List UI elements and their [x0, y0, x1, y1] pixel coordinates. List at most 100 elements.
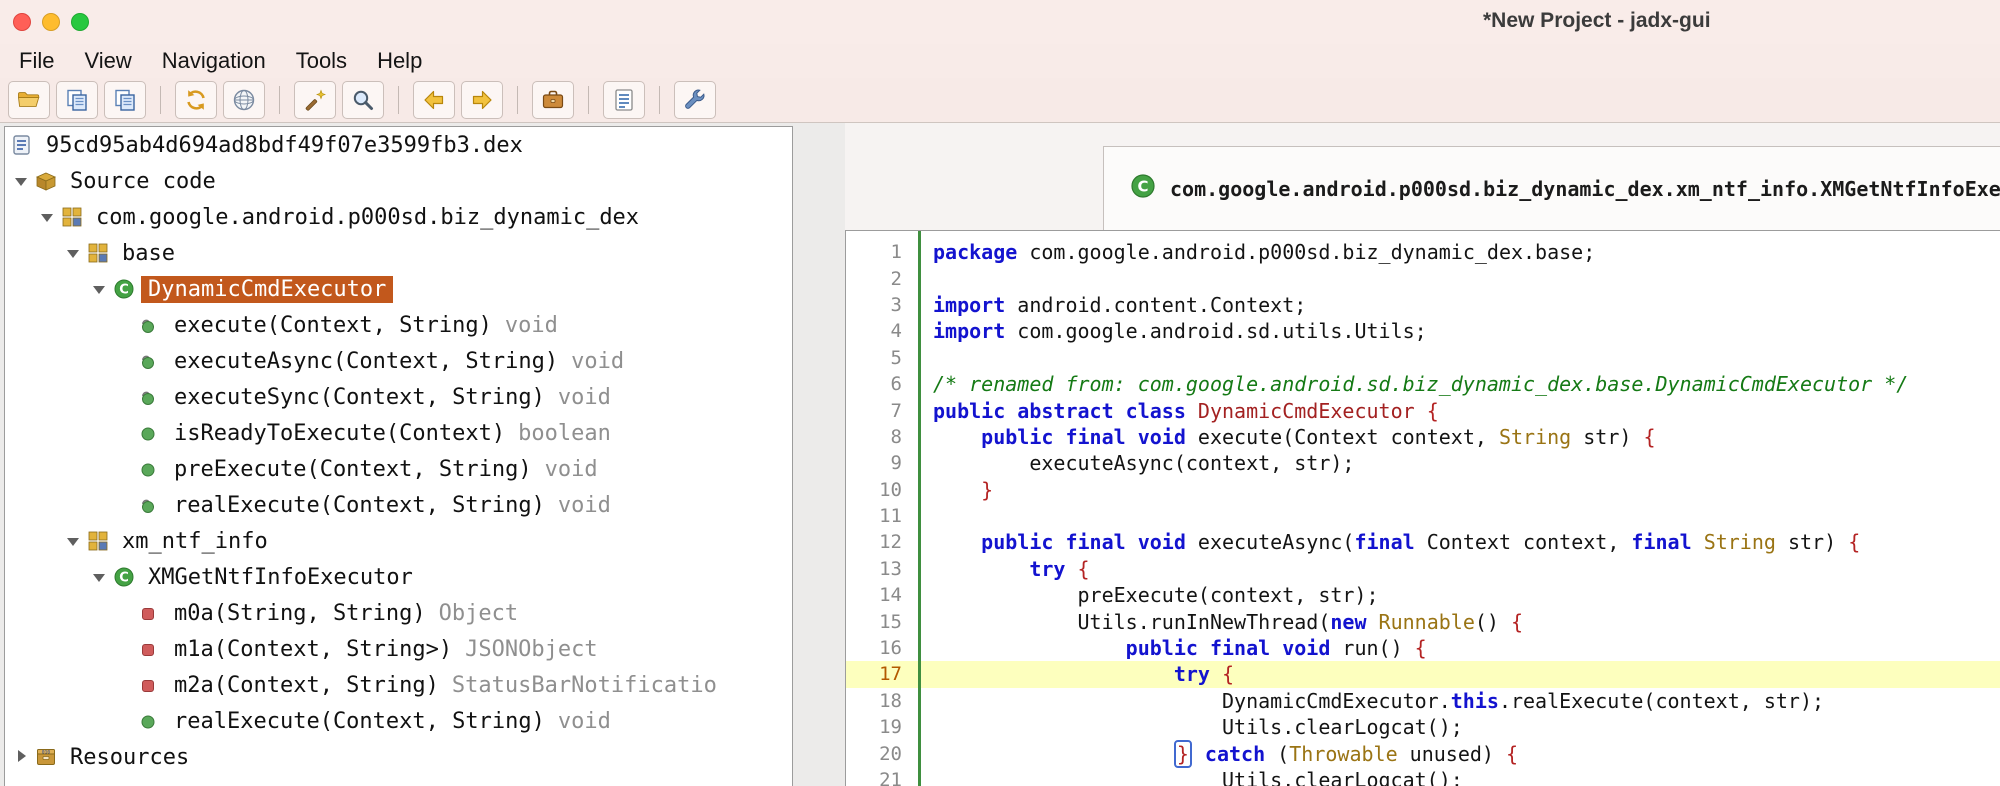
code-line[interactable]: 20 } catch (Throwable unused) { [846, 739, 2000, 768]
tree-item[interactable]: execute(Context, String) void [5, 307, 792, 343]
code-text: public abstract class DynamicCmdExecutor… [916, 399, 1439, 423]
code-line[interactable]: 13 try { [846, 556, 2000, 582]
tree-item[interactable]: Source code [5, 163, 792, 199]
code-token: { [1077, 556, 1090, 581]
reload-button[interactable] [175, 81, 217, 119]
tree-item-type: void [557, 492, 611, 518]
tree-item[interactable]: realExecute(Context, String) void [5, 703, 792, 739]
forward-button[interactable] [461, 81, 503, 119]
tree-item[interactable]: m1a(Context, String>) JSONObject [5, 631, 792, 667]
chevron-down-icon[interactable] [63, 235, 87, 271]
tree-item[interactable]: xm_ntf_info [5, 523, 792, 559]
chevron-down-icon[interactable] [89, 271, 113, 307]
code-token: { [1426, 398, 1439, 423]
tree-item-type: void [544, 456, 598, 482]
chevron-down-icon[interactable] [11, 163, 35, 199]
deobfuscation-button[interactable] [294, 81, 336, 119]
tree-item[interactable]: preExecute(Context, String) void [5, 451, 792, 487]
code-text: executeAsync(context, str); [916, 451, 1354, 475]
code-token: executeAsync(context, str); [933, 451, 1355, 476]
code-line[interactable]: 15 Utils.runInNewThread(new Runnable() { [846, 608, 2000, 634]
code-line[interactable]: 18 DynamicCmdExecutor.this.realExecute(c… [846, 688, 2000, 714]
menu-view[interactable]: View [69, 48, 146, 74]
chevron-right-icon[interactable] [11, 739, 35, 775]
chevron-down-icon[interactable] [63, 523, 87, 559]
tree-item[interactable]: 010 Resources [5, 739, 792, 775]
arrow-left-icon [424, 90, 444, 110]
preferences-button[interactable] [674, 81, 716, 119]
open-file-button[interactable] [8, 81, 50, 119]
tree-item-label: XMGetNtfInfoExecutor [148, 564, 413, 590]
code-line[interactable]: 12 public final void executeAsync(final … [846, 529, 2000, 555]
editor-tab[interactable]: C com.google.android.p000sd.biz_dynamic_… [1103, 146, 2000, 230]
code-line[interactable]: 10 } [846, 477, 2000, 503]
menu-file[interactable]: File [4, 48, 69, 74]
tree-item-label: xm_ntf_info [122, 528, 268, 554]
log-icon [615, 89, 633, 111]
code-line[interactable]: 3 import android.content.Context; [846, 292, 2000, 318]
tree-item[interactable]: C XMGetNtfInfoExecutor [5, 559, 792, 595]
decompile-all-button[interactable] [223, 81, 265, 119]
open-project-button[interactable] [532, 81, 574, 119]
tree-item[interactable]: 95cd95ab4d694ad8bdf49f07e3599fb3.dex [5, 127, 792, 163]
close-button[interactable] [13, 13, 31, 31]
code-token: String [1498, 424, 1572, 449]
tree-item-type: void [571, 348, 625, 374]
log-viewer-button[interactable] [603, 81, 645, 119]
code-line[interactable]: 21 Utils.clearLogcat(); [846, 767, 2000, 786]
code-token: import [933, 292, 1006, 317]
tab-title: com.google.android.p000sd.biz_dynamic_de… [1170, 176, 2000, 201]
zoom-button[interactable] [71, 13, 89, 31]
menu-tools[interactable]: Tools [281, 48, 362, 74]
code-line[interactable]: 6 /* renamed from: com.google.android.sd.… [846, 371, 2000, 397]
tree-item[interactable]: C DynamicCmdExecutor [5, 271, 792, 307]
tree-item[interactable]: base [5, 235, 792, 271]
code-token: Runnable [1378, 609, 1475, 634]
window-controls [0, 13, 89, 31]
code-line[interactable]: 5 [846, 345, 2000, 371]
code-text: package com.google.android.p000sd.biz_dy… [916, 240, 1595, 264]
save-all-button[interactable] [104, 81, 146, 119]
code-line[interactable]: 9 executeAsync(context, str); [846, 450, 2000, 476]
toolbar-divider [279, 86, 280, 114]
code-line[interactable]: 8 public final void execute(Context cont… [846, 424, 2000, 450]
code-line[interactable]: 2 [846, 265, 2000, 291]
svg-text:C: C [119, 283, 129, 298]
tree-item[interactable]: realExecute(Context, String) void [5, 487, 792, 523]
code-token: ( [1265, 741, 1290, 766]
method-private-icon [139, 640, 167, 658]
menu-navigation[interactable]: Navigation [147, 48, 281, 74]
resources-icon: 010 [35, 746, 63, 768]
code-line[interactable]: 16 public final void run() { [846, 635, 2000, 661]
menu-help[interactable]: Help [362, 48, 437, 74]
line-number: 8 [890, 425, 902, 448]
search-button[interactable] [342, 81, 384, 119]
code-line[interactable]: 1 package com.google.android.p000sd.biz_d… [846, 239, 2000, 265]
chevron-down-icon[interactable] [37, 199, 61, 235]
tree-item[interactable]: executeSync(Context, String) void [5, 379, 792, 415]
tree-item-label: Source code [70, 168, 216, 194]
tree-item-type: void [557, 384, 611, 410]
code-line[interactable]: 7 public abstract class DynamicCmdExecuto… [846, 397, 2000, 423]
tree-item[interactable]: m2a(Context, String) StatusBarNotificatio [5, 667, 792, 703]
tree-item[interactable]: com.google.android.p000sd.biz_dynamic_de… [5, 199, 792, 235]
code-text: public final void execute(Context contex… [916, 424, 1655, 449]
code-token: { [1848, 530, 1861, 555]
code-line[interactable]: 17 try { [846, 661, 2000, 688]
menu-bar: File View Navigation Tools Help [0, 44, 2000, 78]
tree-item[interactable]: executeAsync(Context, String) void [5, 343, 792, 379]
save-project-button[interactable] [56, 81, 98, 119]
line-number: 11 [879, 505, 902, 528]
minimize-button[interactable] [42, 13, 60, 31]
tree-item[interactable]: m0a(String, String) Object [5, 595, 792, 631]
code-line[interactable]: 19 Utils.clearLogcat(); [846, 714, 2000, 740]
code-token: executeAsync( [1185, 530, 1355, 555]
code-line[interactable]: 11 [846, 503, 2000, 529]
back-button[interactable] [413, 81, 455, 119]
tree-item[interactable]: isReadyToExecute(Context) boolean [5, 415, 792, 451]
code-line[interactable]: 14 preExecute(context, str); [846, 582, 2000, 608]
code-line[interactable]: 4 import com.google.android.sd.utils.Util… [846, 318, 2000, 344]
chevron-down-icon[interactable] [89, 559, 113, 595]
